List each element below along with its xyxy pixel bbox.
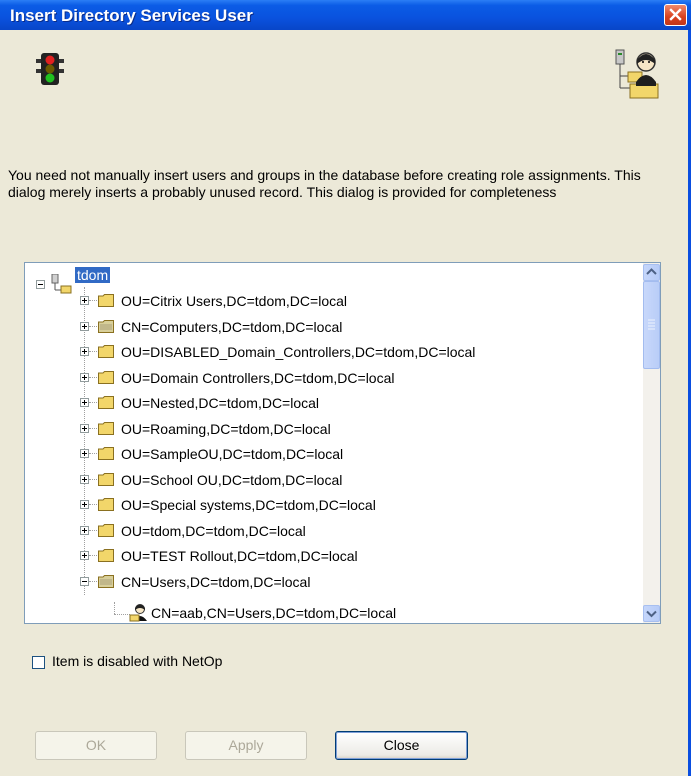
scroll-up-button[interactable] [643,264,660,281]
tree-connector [114,602,116,614]
domain-icon [51,273,73,294]
title-bar[interactable]: Insert Directory Services User [0,0,691,30]
tree-item[interactable]: OU=tdom,DC=tdom,DC=local [121,520,306,542]
tree-item[interactable]: OU=Roaming,DC=tdom,DC=local [121,418,331,440]
expand-toggle[interactable] [80,373,89,382]
expand-toggle[interactable] [80,296,89,305]
directory-tree[interactable]: tdom OU=Citrix Users,DC=tdom,DC=local CN=… [24,262,661,624]
tree-connector [89,351,97,353]
ou-folder-icon [98,294,114,307]
ou-folder-icon [98,524,114,537]
tree-scrollbar[interactable] [643,263,660,623]
tree-item[interactable]: CN=Users,DC=tdom,DC=local [121,571,310,593]
ou-folder-icon [98,371,114,384]
ou-folder-icon [98,396,114,409]
tree-item[interactable]: OU=DISABLED_Domain_Controllers,DC=tdom,D… [121,341,475,363]
tree-connector [89,555,97,557]
tree-root-label: tdom [75,267,111,283]
expand-toggle[interactable] [80,551,89,560]
ou-folder-icon [98,549,114,562]
ok-button[interactable]: OK [35,731,157,760]
dialog-window: Insert Directory Services User You need … [0,0,691,776]
directory-user-icon [612,48,664,100]
expand-toggle[interactable] [80,526,89,535]
expand-toggle[interactable] [80,500,89,509]
traffic-light-icon [36,53,64,85]
tree-connector [89,326,97,328]
netop-disabled-label[interactable]: Item is disabled with NetOp [52,653,222,669]
close-button[interactable]: Close [335,731,468,760]
tree-connector [89,479,97,481]
tree-item[interactable]: OU=SampleOU,DC=tdom,DC=local [121,443,343,465]
tree-connector [89,300,97,302]
tree-connector [89,581,97,583]
ou-folder-icon [98,447,114,460]
window-title: Insert Directory Services User [10,6,253,25]
collapse-root-toggle[interactable] [36,280,45,289]
ou-folder-icon [98,345,114,358]
ou-folder-icon [98,473,114,486]
netop-disabled-checkbox[interactable] [32,656,45,669]
tree-item[interactable]: OU=Domain Controllers,DC=tdom,DC=local [121,367,395,389]
container-folder-icon [98,575,114,588]
expand-toggle[interactable] [80,398,89,407]
container-folder-icon [98,320,114,333]
tree-item-user[interactable]: CN=aab,CN=Users,DC=tdom,DC=local [151,602,396,623]
tree-item[interactable]: OU=Citrix Users,DC=tdom,DC=local [121,290,347,312]
tree-root-tdom[interactable]: tdom [75,264,111,286]
tree-connector [89,402,97,404]
tree-item[interactable]: OU=Nested,DC=tdom,DC=local [121,392,319,414]
expand-toggle[interactable] [80,424,89,433]
scroll-thumb[interactable] [643,281,660,369]
expand-toggle[interactable] [80,449,89,458]
scroll-down-button[interactable] [643,605,660,622]
close-icon[interactable] [664,4,687,26]
tree-connector [114,614,130,616]
ou-folder-icon [98,498,114,511]
tree-connector [89,377,97,379]
collapse-toggle[interactable] [80,577,89,586]
tree-item[interactable]: OU=Special systems,DC=tdom,DC=local [121,494,376,516]
tree-item[interactable]: OU=TEST Rollout,DC=tdom,DC=local [121,545,358,567]
tree-item[interactable]: CN=Computers,DC=tdom,DC=local [121,316,342,338]
tree-connector [89,453,97,455]
expand-toggle[interactable] [80,347,89,356]
description-text: You need not manually insert users and g… [8,167,641,200]
user-icon [129,603,149,623]
tree-connector [89,428,97,430]
expand-toggle[interactable] [80,322,89,331]
expand-toggle[interactable] [80,475,89,484]
tree-connector [89,530,97,532]
tree-item[interactable]: OU=School OU,DC=tdom,DC=local [121,469,342,491]
tree-connector [89,504,97,506]
ou-folder-icon [98,422,114,435]
tree-connector [84,287,86,595]
apply-button[interactable]: Apply [185,731,307,760]
